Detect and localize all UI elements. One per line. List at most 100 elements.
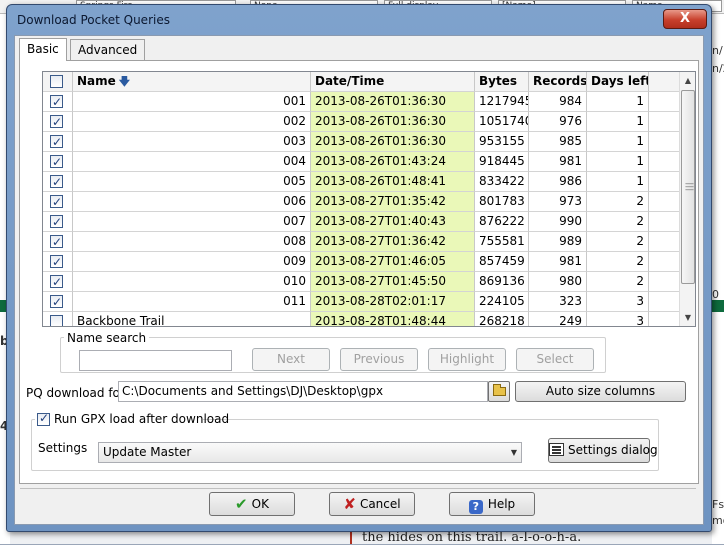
table-row[interactable]: 0062013-08-27T01:35:428017839732: [43, 192, 679, 212]
cell-days-left: 1: [587, 112, 649, 132]
cell-records: 976: [529, 112, 587, 132]
row-checkbox-cell[interactable]: [43, 232, 73, 252]
pocket-queries-grid: Name 🡇 Date/Time Bytes Records Days left …: [42, 71, 696, 327]
cell-filler: [649, 252, 679, 272]
cancel-label: Cancel: [359, 497, 401, 511]
cancel-x-icon: ✘: [343, 495, 356, 513]
column-header-bytes[interactable]: Bytes: [475, 72, 529, 92]
row-checkbox-cell[interactable]: [43, 272, 73, 292]
sort-down-arrow-icon: 🡇: [118, 75, 131, 88]
cell-records: 984: [529, 92, 587, 112]
table-row[interactable]: 0102013-08-27T01:45:508691369802: [43, 272, 679, 292]
table-row[interactable]: 0082013-08-27T01:36:427555819892: [43, 232, 679, 252]
column-header-days-left[interactable]: Days left: [587, 72, 649, 92]
previous-button[interactable]: Previous: [340, 348, 418, 371]
row-checkbox[interactable]: [50, 253, 63, 271]
cell-name: 008: [73, 232, 311, 252]
table-row[interactable]: Backbone Trail 2013-08-28T01:48:44 268218 2…: [43, 312, 679, 326]
gpx-load-checkbox-row[interactable]: Run GPX load after download: [35, 411, 229, 426]
cell-filler: [649, 272, 679, 292]
name-search-input[interactable]: [79, 350, 232, 371]
row-checkbox-cell[interactable]: [43, 152, 73, 172]
dialog-title: Download Pocket Queries: [17, 13, 170, 27]
cell-filler: [649, 112, 679, 132]
cell-date: 2013-08-27T01:45:50: [311, 272, 475, 292]
cell-days-left: 3: [587, 292, 649, 312]
cell-records: 990: [529, 212, 587, 232]
select-all-cell[interactable]: [43, 72, 73, 92]
cell-days-left: 1: [587, 92, 649, 112]
highlight-button[interactable]: Highlight: [428, 348, 506, 371]
row-checkbox[interactable]: [50, 113, 63, 131]
table-row[interactable]: 0032013-08-26T01:36:309531559851: [43, 132, 679, 152]
row-checkbox-cell[interactable]: [43, 132, 73, 152]
row-checkbox-cell[interactable]: [43, 212, 73, 232]
ok-button[interactable]: ✔ OK: [209, 492, 295, 516]
table-row[interactable]: 0042013-08-26T01:43:249184459811: [43, 152, 679, 172]
cell-days-left: 1: [587, 132, 649, 152]
help-icon: ?: [468, 500, 483, 514]
cell-filler: [649, 152, 679, 172]
settings-dialog-label: Settings dialog: [568, 443, 658, 457]
column-header-name[interactable]: Name 🡇: [73, 72, 311, 92]
cell-bytes: 224105: [475, 292, 529, 312]
table-row[interactable]: 0052013-08-26T01:48:418334229861: [43, 172, 679, 192]
row-checkbox[interactable]: [50, 193, 63, 211]
row-checkbox[interactable]: [50, 153, 63, 171]
cancel-button[interactable]: ✘ Cancel: [329, 492, 415, 516]
table-row[interactable]: 0012013-08-26T01:36:3012179459841: [43, 92, 679, 112]
cell-filler: [649, 192, 679, 212]
column-header-date[interactable]: Date/Time: [311, 72, 475, 92]
tab-advanced[interactable]: Advanced: [70, 39, 146, 60]
cell-date: 2013-08-26T01:43:24: [311, 152, 475, 172]
table-row[interactable]: 0112013-08-28T02:01:172241053233: [43, 292, 679, 312]
vertical-scrollbar[interactable]: ▲ — — — ▼: [679, 72, 695, 326]
cell-records: 981: [529, 252, 587, 272]
cell-bytes: 876222: [475, 212, 529, 232]
settings-dialog-button[interactable]: Settings dialog: [548, 438, 658, 463]
dialog-titlebar[interactable]: Download Pocket Queries X: [7, 5, 711, 35]
table-row[interactable]: 0072013-08-27T01:40:438762229902: [43, 212, 679, 232]
row-checkbox-cell[interactable]: [43, 252, 73, 272]
select-all-checkbox[interactable]: [50, 75, 63, 88]
scrollbar-thumb[interactable]: — — —: [681, 90, 695, 284]
row-checkbox[interactable]: [50, 133, 63, 151]
column-header-filler: [649, 72, 679, 92]
tab-basic[interactable]: Basic: [19, 38, 67, 61]
cell-name: 011: [73, 292, 311, 312]
row-checkbox[interactable]: [50, 315, 63, 326]
row-checkbox-cell[interactable]: [43, 92, 73, 112]
cell-name: 007: [73, 212, 311, 232]
row-checkbox[interactable]: [50, 233, 63, 251]
settings-select[interactable]: Update Master ▼: [98, 442, 522, 463]
select-button[interactable]: Select: [516, 348, 594, 371]
row-checkbox-cell[interactable]: [43, 292, 73, 312]
cell-date: 2013-08-26T01:36:30: [311, 132, 475, 152]
row-checkbox-cell[interactable]: [43, 112, 73, 132]
auto-size-columns-button[interactable]: Auto size columns: [515, 381, 686, 402]
table-row[interactable]: 0022013-08-26T01:36:3010517409761: [43, 112, 679, 132]
table-row[interactable]: 0092013-08-27T01:46:058574599812: [43, 252, 679, 272]
row-checkbox-cell[interactable]: [43, 192, 73, 212]
row-checkbox-cell[interactable]: [43, 312, 73, 326]
row-checkbox[interactable]: [50, 293, 63, 311]
scroll-down-icon[interactable]: ▼: [680, 309, 695, 326]
cell-name: 006: [73, 192, 311, 212]
pq-download-folder-input[interactable]: C:\Documents and Settings\DJ\Desktop\gpx: [118, 381, 488, 402]
checkmark-icon: ✔: [235, 495, 248, 513]
cell-bytes: 918445: [475, 152, 529, 172]
browse-folder-button[interactable]: [488, 381, 510, 402]
cell-filler: [649, 232, 679, 252]
row-checkbox[interactable]: [50, 273, 63, 291]
close-button[interactable]: X: [663, 9, 707, 29]
scroll-up-icon[interactable]: ▲: [680, 72, 695, 89]
row-checkbox[interactable]: [50, 173, 63, 191]
cell-date: 2013-08-26T01:36:30: [311, 112, 475, 132]
row-checkbox-cell[interactable]: [43, 172, 73, 192]
help-button[interactable]: ? Help: [449, 492, 535, 516]
run-gpx-load-checkbox[interactable]: [37, 411, 50, 426]
row-checkbox[interactable]: [50, 93, 63, 111]
row-checkbox[interactable]: [50, 213, 63, 231]
next-button[interactable]: Next: [252, 348, 330, 371]
column-header-records[interactable]: Records: [529, 72, 587, 92]
